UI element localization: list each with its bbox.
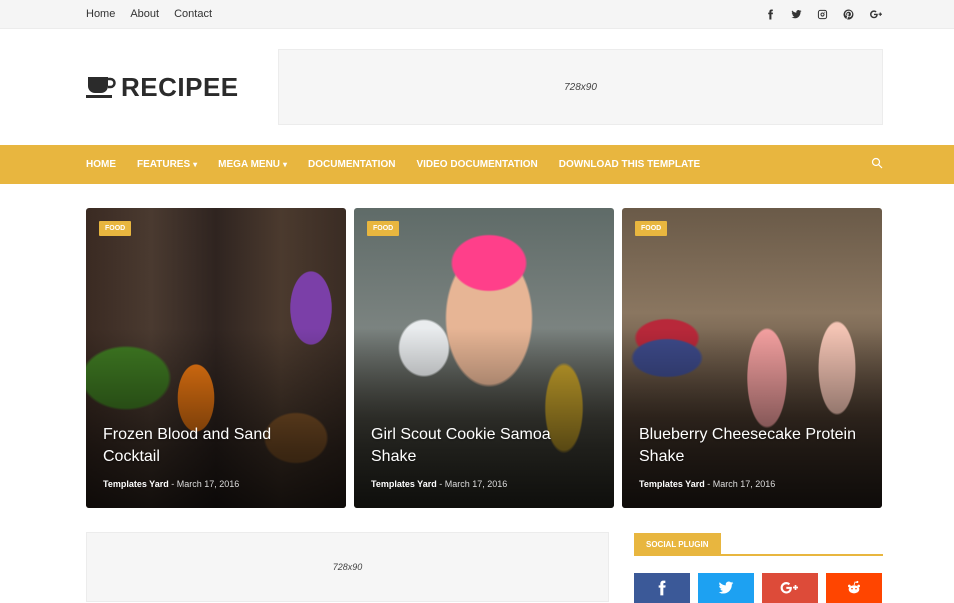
post-date: March 17, 2016 [176, 479, 240, 489]
google-plus-button[interactable] [762, 573, 818, 603]
nav-item-label: VIDEO DOCUMENTATION [416, 159, 538, 170]
featured-post-card[interactable]: FOOD Blueberry Cheesecake Protein Shake … [622, 208, 882, 508]
nav-item-label: DOCUMENTATION [308, 159, 396, 170]
instagram-icon[interactable] [816, 8, 828, 20]
social-plugin-widget: SOCIAL PLUGIN [634, 533, 883, 603]
pinterest-icon[interactable] [842, 8, 854, 20]
facebook-button[interactable] [634, 573, 690, 603]
category-badge[interactable]: FOOD [99, 221, 132, 236]
top-nav: Home About Contact [86, 8, 212, 20]
top-nav-contact[interactable]: Contact [174, 8, 212, 20]
post-title[interactable]: Frozen Blood and Sand Cocktail [103, 424, 332, 468]
nav-item-mega-menu[interactable]: MEGA MENU ▾ [218, 159, 287, 170]
nav-item-documentation[interactable]: DOCUMENTATION [308, 159, 395, 170]
chevron-down-icon: ▾ [193, 160, 198, 169]
logo-text: RECIPEE [121, 71, 239, 102]
google-plus-icon [780, 582, 798, 594]
meta-separator: - [436, 479, 445, 489]
featured-post-card[interactable]: FOOD Girl Scout Cookie Samoa Shake Templ… [354, 208, 614, 508]
site-header: RECIPEE 728x90 [0, 29, 954, 145]
coffee-cup-icon [86, 77, 116, 98]
reddit-button[interactable] [826, 573, 882, 603]
post-date: March 17, 2016 [712, 479, 776, 489]
meta-separator: - [704, 479, 713, 489]
post-title[interactable]: Blueberry Cheesecake Protein Shake [639, 424, 868, 468]
main-nav: HOME FEATURES ▾ MEGA MENU ▾ DOCUMENTATION … [0, 145, 954, 184]
nav-item-home[interactable]: HOME [86, 159, 116, 170]
featured-post-card[interactable]: FOOD Frozen Blood and Sand Cocktail Temp… [86, 208, 346, 508]
content-ad-placeholder: 728x90 [86, 532, 609, 602]
nav-item-video-documentation[interactable]: VIDEO DOCUMENTATION [416, 159, 537, 170]
nav-item-label: HOME [86, 159, 116, 170]
facebook-icon [658, 580, 666, 596]
site-logo[interactable]: RECIPEE [86, 72, 239, 103]
reddit-icon [848, 580, 860, 594]
header-ad-placeholder: 728x90 [278, 49, 883, 125]
category-badge[interactable]: FOOD [635, 221, 668, 236]
post-title[interactable]: Girl Scout Cookie Samoa Shake [371, 424, 600, 468]
featured-posts: FOOD Frozen Blood and Sand Cocktail Temp… [86, 208, 882, 508]
nav-item-download-template[interactable]: DOWNLOAD THIS TEMPLATE [559, 159, 700, 170]
facebook-icon[interactable] [764, 8, 776, 20]
post-date: March 17, 2016 [444, 479, 508, 489]
nav-item-label: MEGA MENU [218, 159, 281, 170]
widget-title: SOCIAL PLUGIN [634, 533, 721, 556]
meta-separator: - [168, 479, 177, 489]
twitter-icon [718, 581, 734, 594]
post-meta: Templates Yard - March 17, 2016 [103, 479, 239, 489]
nav-item-label: DOWNLOAD THIS TEMPLATE [558, 159, 701, 170]
twitter-icon[interactable] [790, 8, 802, 20]
nav-item-label: FEATURES [137, 159, 191, 170]
search-icon[interactable] [871, 156, 883, 174]
chevron-down-icon: ▾ [283, 160, 288, 169]
google-plus-icon[interactable] [868, 8, 884, 20]
top-bar: Home About Contact [0, 0, 954, 29]
post-author[interactable]: Templates Yard [639, 479, 705, 489]
post-author[interactable]: Templates Yard [371, 479, 437, 489]
top-nav-home[interactable]: Home [86, 8, 115, 20]
nav-item-features[interactable]: FEATURES ▾ [137, 159, 197, 170]
post-meta: Templates Yard - March 17, 2016 [639, 479, 775, 489]
top-nav-about[interactable]: About [130, 8, 159, 20]
twitter-button[interactable] [698, 573, 754, 603]
post-meta: Templates Yard - March 17, 2016 [371, 479, 507, 489]
top-social-links [764, 8, 884, 20]
post-author[interactable]: Templates Yard [103, 479, 169, 489]
category-badge[interactable]: FOOD [367, 221, 400, 236]
